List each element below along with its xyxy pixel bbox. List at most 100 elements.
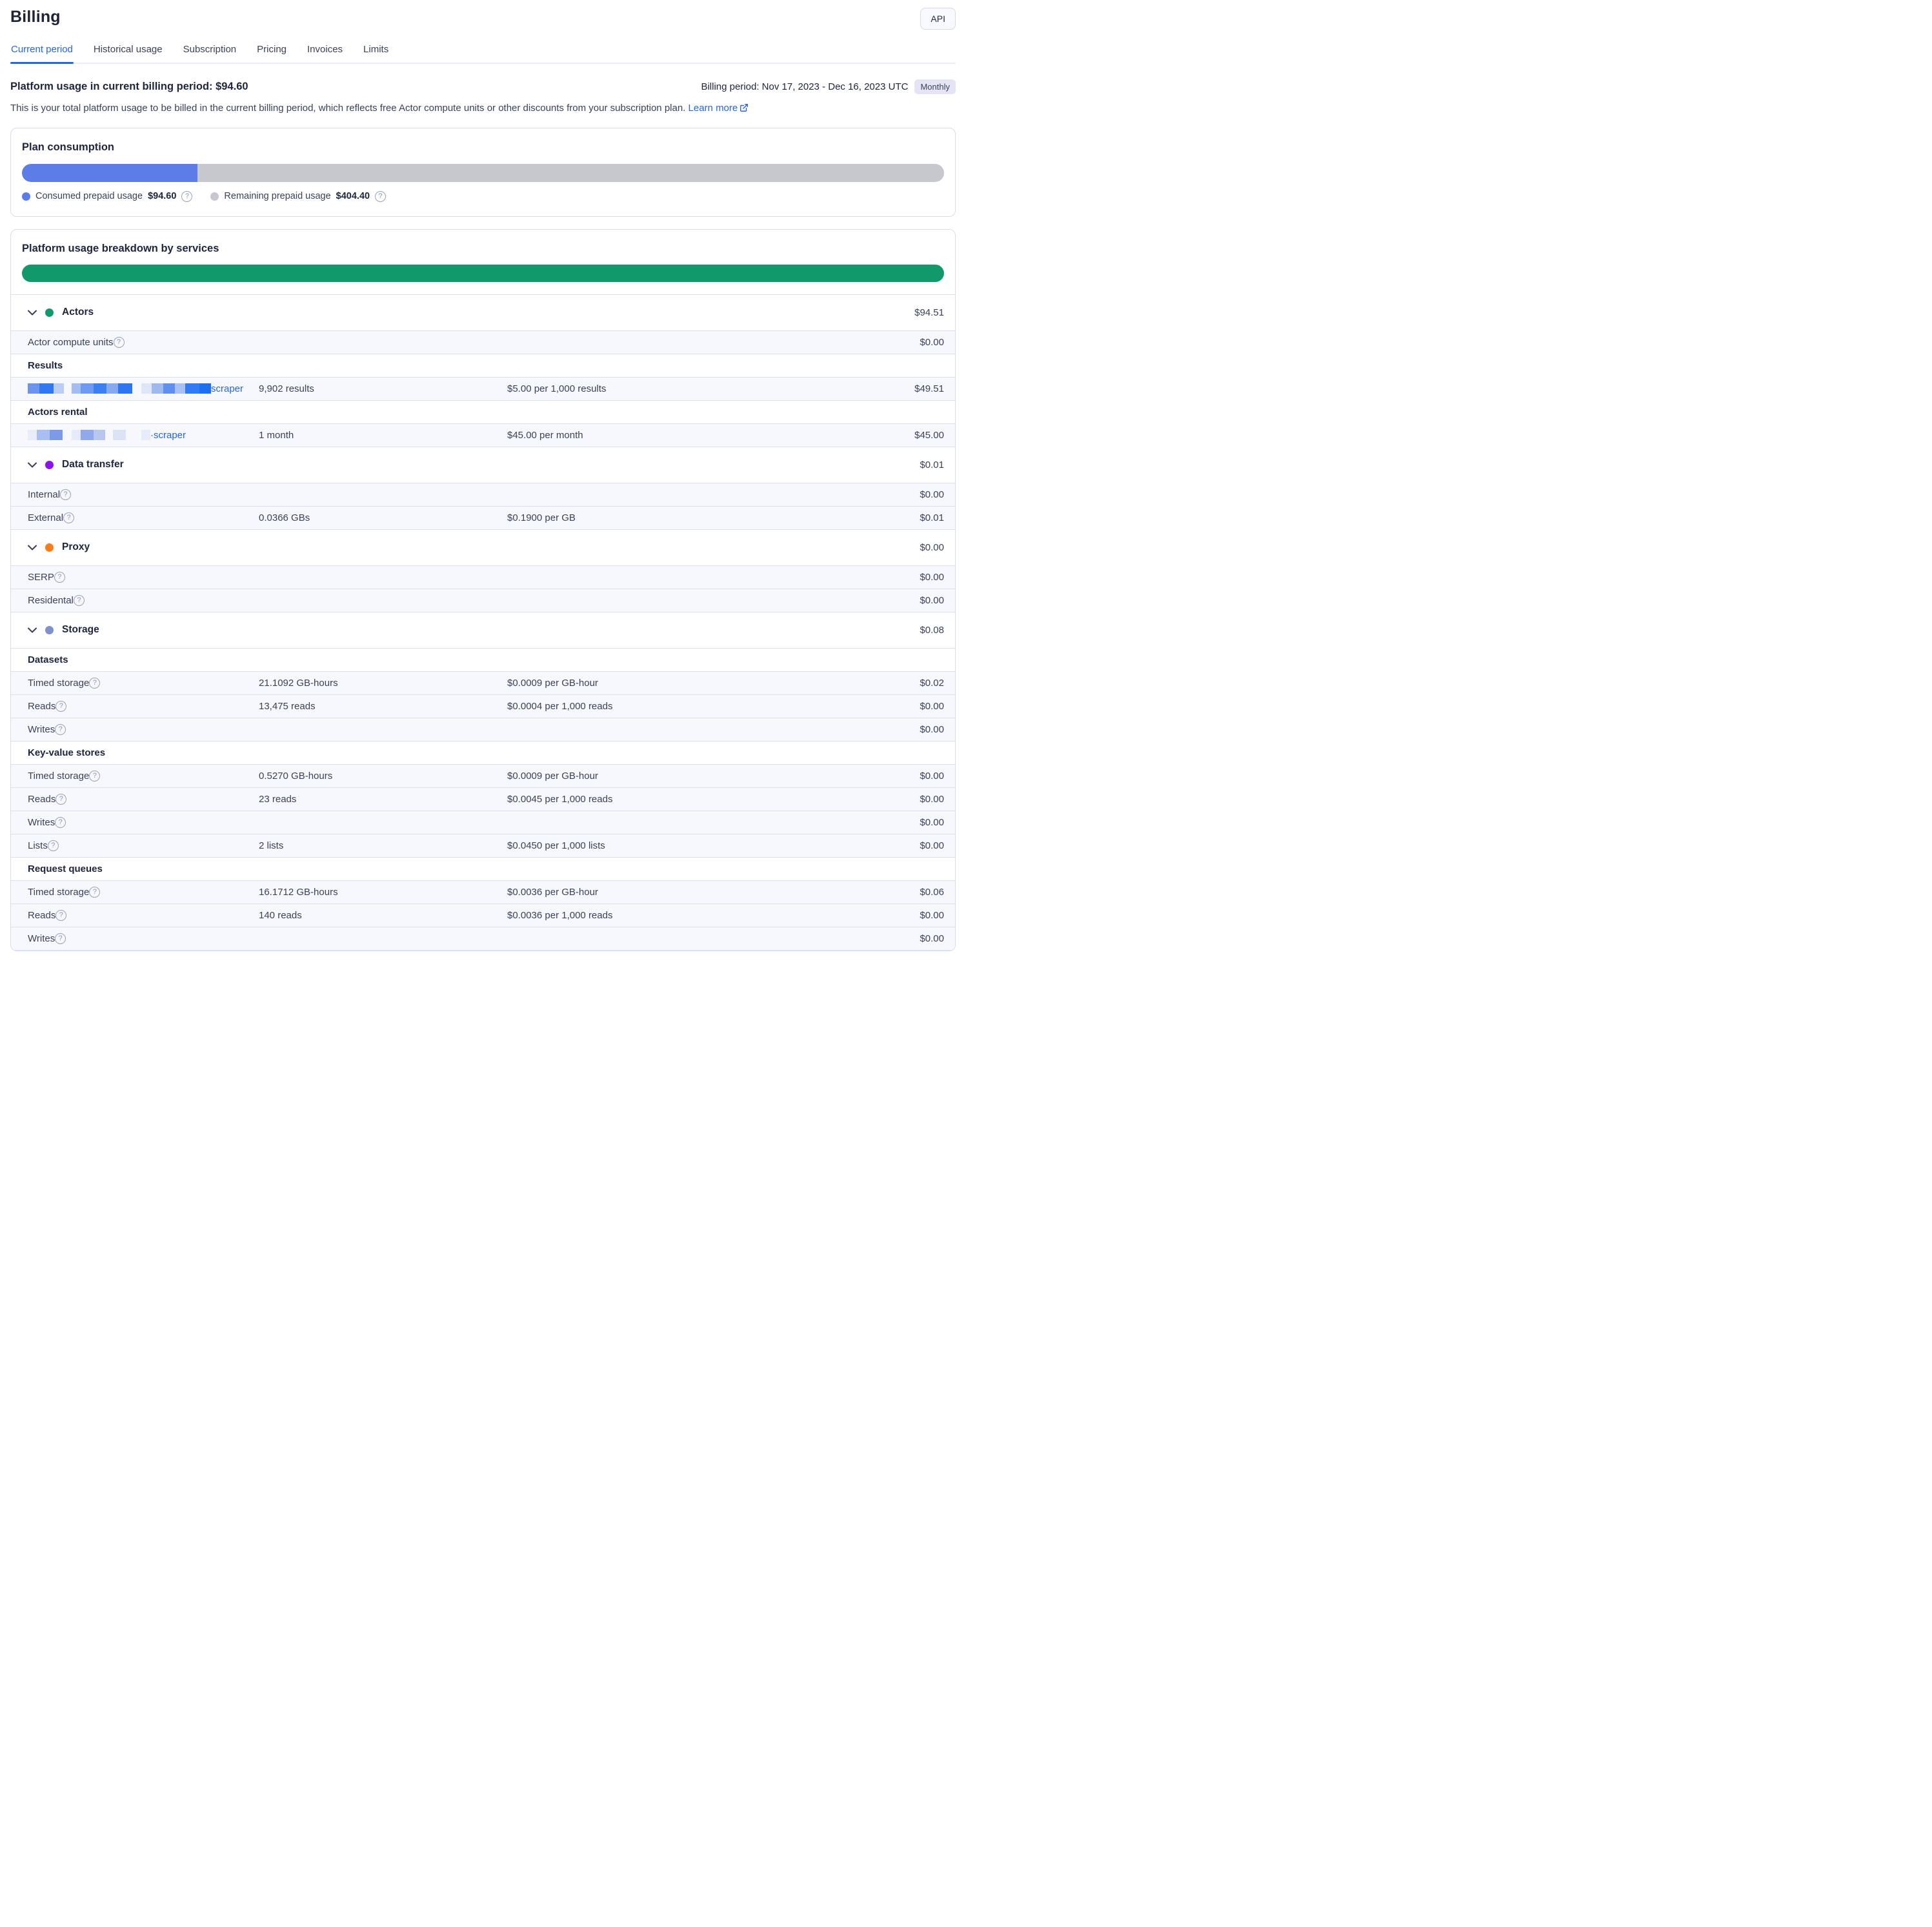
- api-button[interactable]: API: [920, 8, 956, 30]
- collapse-toggle[interactable]: [28, 545, 37, 550]
- usage-breakdown-title: Platform usage breakdown by services: [22, 243, 944, 255]
- row-amount: $0.00: [841, 794, 944, 805]
- learn-more-link[interactable]: Learn more: [689, 103, 749, 114]
- row-name: Timed storage?: [28, 887, 259, 898]
- help-icon[interactable]: ?: [55, 701, 66, 712]
- subheader-label: Results: [28, 360, 944, 371]
- tab-invoices[interactable]: Invoices: [307, 40, 343, 63]
- table-row: Internal?$0.00: [11, 483, 955, 507]
- tab-current-period[interactable]: Current period: [10, 40, 74, 63]
- table-row: Reads?140 reads$0.0036 per 1,000 reads$0…: [11, 904, 955, 927]
- help-icon[interactable]: ?: [55, 910, 66, 921]
- tab-subscription[interactable]: Subscription: [183, 40, 237, 63]
- billing-page: Billing API Current periodHistorical usa…: [0, 0, 966, 951]
- redacted-name-block: [105, 430, 113, 440]
- redacted-name-block: [72, 430, 81, 440]
- redacted-name-block: [118, 383, 132, 394]
- tab-historical-usage[interactable]: Historical usage: [93, 40, 163, 63]
- help-icon[interactable]: ?: [60, 489, 71, 500]
- usage-breakdown-card: Platform usage breakdown by services Act…: [10, 229, 956, 951]
- actor-link[interactable]: scraper: [211, 383, 243, 394]
- redacted-name-block: [132, 383, 141, 394]
- row-unit-price: $45.00 per month: [507, 430, 841, 441]
- row-label: Writes: [28, 817, 55, 828]
- chevron-down-icon: [28, 545, 37, 550]
- row-amount: $0.00: [841, 910, 944, 921]
- section-left: Storage: [28, 624, 841, 636]
- table-row: Timed storage?21.1092 GB-hours$0.0009 pe…: [11, 672, 955, 695]
- external-link-icon: [740, 103, 749, 112]
- service-color-dot: [45, 308, 54, 317]
- tab-limits[interactable]: Limits: [363, 40, 389, 63]
- collapse-toggle[interactable]: [28, 462, 37, 468]
- row-name: Actor compute units?: [28, 337, 259, 348]
- help-icon[interactable]: ?: [89, 887, 100, 898]
- usage-breakdown-bar: [22, 265, 944, 282]
- row-quantity: 21.1092 GB-hours: [259, 678, 507, 689]
- row-amount: $0.02: [841, 678, 944, 689]
- row-unit-price: $0.0004 per 1,000 reads: [507, 701, 841, 712]
- remaining-label: Remaining prepaid usage: [224, 191, 330, 201]
- row-amount: $0.06: [841, 887, 944, 898]
- help-icon[interactable]: ?: [74, 595, 85, 606]
- help-icon[interactable]: ?: [114, 337, 125, 348]
- collapse-toggle[interactable]: [28, 627, 37, 633]
- table-row: Reads?23 reads$0.0045 per 1,000 reads$0.…: [11, 788, 955, 811]
- table-row: Actor compute units?$0.00: [11, 331, 955, 354]
- row-quantity: 16.1712 GB-hours: [259, 887, 507, 898]
- plan-consumed-fill: [22, 164, 197, 182]
- row-label: Timed storage: [28, 771, 89, 782]
- table-row: ·scraper1 month$45.00 per month$45.00: [11, 424, 955, 447]
- consumed-value: $94.60: [148, 191, 176, 201]
- service-subheader-row: Actors rental: [11, 401, 955, 424]
- service-amount: $0.01: [841, 459, 944, 470]
- row-name: Timed storage?: [28, 678, 259, 689]
- redacted-name-block: [94, 430, 105, 440]
- help-icon[interactable]: ?: [89, 678, 100, 689]
- table-row: Reads?13,475 reads$0.0004 per 1,000 read…: [11, 695, 955, 718]
- row-unit-price: $0.0036 per 1,000 reads: [507, 910, 841, 921]
- help-icon[interactable]: ?: [89, 771, 100, 782]
- redacted-name-block: [185, 383, 199, 394]
- row-unit-price: $0.0450 per 1,000 lists: [507, 840, 841, 851]
- redacted-name-block: [199, 383, 211, 394]
- collapse-toggle[interactable]: [28, 310, 37, 316]
- service-section-row: Storage$0.08: [11, 612, 955, 649]
- help-icon[interactable]: ?: [55, 933, 66, 944]
- row-label: Timed storage: [28, 678, 89, 689]
- help-icon[interactable]: ?: [375, 191, 386, 202]
- help-icon[interactable]: ?: [48, 840, 59, 851]
- legend-remaining: Remaining prepaid usage $404.40 ?: [210, 191, 386, 202]
- redacted-name-block: [106, 383, 118, 394]
- help-icon[interactable]: ?: [63, 512, 74, 523]
- table-row: scraper9,902 results$5.00 per 1,000 resu…: [11, 378, 955, 401]
- chevron-down-icon: [28, 310, 37, 316]
- help-icon[interactable]: ?: [55, 794, 66, 805]
- table-row: Timed storage?0.5270 GB-hours$0.0009 per…: [11, 765, 955, 788]
- row-name: Internal?: [28, 489, 259, 500]
- service-label: Data transfer: [62, 459, 124, 470]
- row-amount: $0.00: [841, 701, 944, 712]
- actor-link[interactable]: ·scraper: [150, 430, 186, 441]
- redacted-name-block: [94, 383, 106, 394]
- help-icon[interactable]: ?: [54, 572, 65, 583]
- service-amount: $0.08: [841, 625, 944, 636]
- tab-pricing[interactable]: Pricing: [256, 40, 287, 63]
- row-name: Writes?: [28, 933, 259, 944]
- help-icon[interactable]: ?: [55, 724, 66, 735]
- row-label: Writes: [28, 724, 55, 735]
- plan-consumption-progress-bar: [22, 164, 944, 182]
- row-amount: $0.00: [841, 817, 944, 828]
- row-name: Lists?: [28, 840, 259, 851]
- redacted-name-block: [141, 430, 150, 440]
- service-color-dot: [45, 543, 54, 552]
- redacted-name-block: [81, 430, 94, 440]
- row-name: SERP?: [28, 572, 259, 583]
- plan-legend: Consumed prepaid usage $94.60 ? Remainin…: [22, 191, 944, 202]
- redacted-name-block: [81, 383, 94, 394]
- help-icon[interactable]: ?: [181, 191, 192, 202]
- help-icon[interactable]: ?: [55, 817, 66, 828]
- subheader-label: Datasets: [28, 654, 944, 665]
- row-amount: $0.00: [841, 572, 944, 583]
- table-row: External?0.0366 GBs$0.1900 per GB$0.01: [11, 507, 955, 530]
